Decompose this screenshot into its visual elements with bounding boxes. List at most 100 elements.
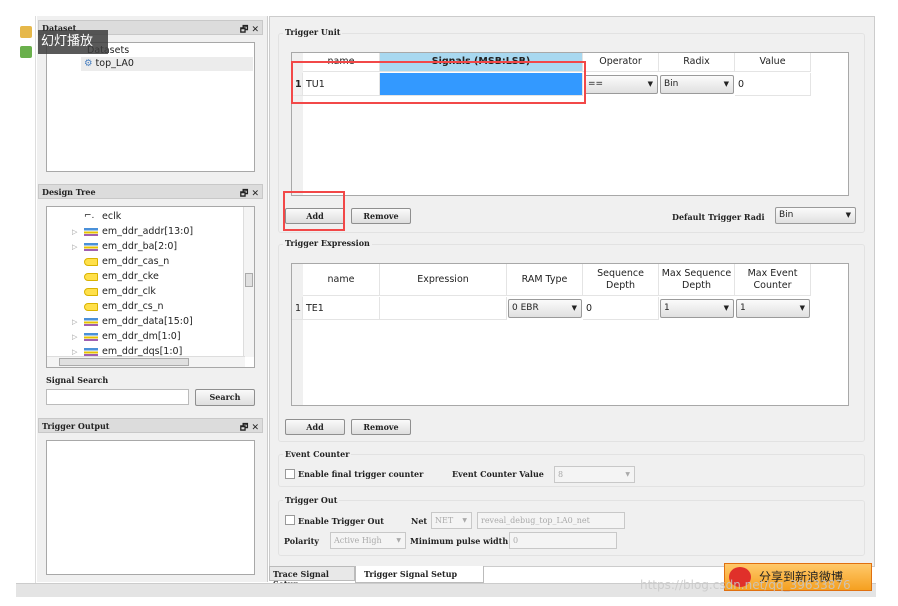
expand-arrow-icon[interactable]: ▷ — [72, 225, 84, 240]
expand-arrow-icon[interactable]: ▷ — [72, 240, 84, 255]
radix-select[interactable]: Bin ▼ — [660, 75, 734, 94]
dropdown-arrow-icon: ▼ — [799, 304, 805, 312]
trigger-output-header: Trigger Output 🗗 ✕ — [38, 418, 263, 433]
database-icon[interactable] — [20, 26, 32, 38]
tree-item-label: em_ddr_dm[1:0] — [102, 331, 181, 342]
ram-type-select[interactable]: 0 EBR ▼ — [508, 299, 582, 318]
dataset-tree[interactable]: Datasets ⚙ top_LA0 — [46, 42, 255, 172]
tree-item[interactable]: ▷ em_ddr_dm[1:0] — [72, 329, 181, 344]
polarity-value: Active High — [334, 536, 382, 545]
trigger-expression-title: Trigger Expression — [283, 238, 372, 248]
expression-cell[interactable] — [380, 297, 507, 320]
signal-search-label: Signal Search — [46, 375, 109, 385]
sequence-depth-cell[interactable]: 0 — [583, 297, 659, 320]
slideshow-overlay[interactable]: 幻灯播放 — [38, 30, 108, 54]
tree-item-label: em_ddr_data[15:0] — [102, 316, 193, 327]
remove-trigger-expression-button[interactable]: Remove — [351, 419, 411, 435]
enable-final-trigger-counter-checkbox[interactable] — [285, 469, 295, 479]
trigger-expression-table[interactable]: name Expression RAM Type Sequence Depth … — [291, 263, 849, 406]
dataset-icon: ⚙ — [84, 58, 96, 69]
min-pulse-width-label: Minimum pulse width — [410, 536, 509, 546]
highlight-box — [291, 61, 586, 104]
float-close-icons[interactable]: 🗗 ✕ — [240, 22, 259, 38]
remove-trigger-unit-button[interactable]: Remove — [351, 208, 411, 224]
bus-icon — [84, 332, 98, 341]
trigger-unit-title: Trigger Unit — [283, 27, 343, 37]
tree-item[interactable]: ⌐. eclk — [72, 209, 121, 224]
tree-item-label: eclk — [102, 211, 122, 222]
vertical-scrollbar[interactable] — [243, 207, 254, 357]
row-header-column — [292, 264, 303, 405]
expand-arrow-icon[interactable]: ▷ — [72, 315, 84, 330]
column-header[interactable]: Max Event Counter — [735, 264, 811, 296]
tree-item[interactable]: em_ddr_cke — [72, 269, 159, 284]
tree-item[interactable]: em_ddr_cs_n — [72, 299, 164, 314]
design-tree[interactable]: ⌐. eclk ▷ em_ddr_addr[13:0] ▷ em_ddr_ba[2:0] e… — [46, 206, 255, 368]
operator-select[interactable]: == ▼ — [584, 75, 658, 94]
column-header[interactable]: Max Sequence Depth — [659, 264, 735, 296]
net-input[interactable]: reveal_debug_top_LA0_net — [477, 512, 625, 529]
column-header[interactable]: Expression — [380, 264, 507, 296]
float-close-icons[interactable]: 🗗 ✕ — [240, 420, 259, 436]
max-event-counter-select[interactable]: 1 ▼ — [736, 299, 810, 318]
dropdown-arrow-icon: ▼ — [723, 304, 729, 312]
ram-type-value: 0 EBR — [512, 303, 539, 313]
bus-icon — [84, 242, 98, 251]
tree-item[interactable]: ▷ em_ddr_data[15:0] — [72, 314, 193, 329]
column-header[interactable]: Sequence Depth — [583, 264, 659, 296]
bus-icon — [84, 347, 98, 356]
max-event-counter-value: 1 — [740, 303, 746, 313]
min-pulse-width-input[interactable]: 0 — [509, 532, 617, 549]
dropdown-arrow-icon: ▼ — [571, 304, 577, 312]
tree-item-label: em_ddr_cs_n — [102, 301, 164, 312]
add-trigger-expression-button[interactable]: Add — [285, 419, 345, 435]
design-tree-header: Design Tree 🗗 ✕ — [38, 184, 263, 199]
column-header[interactable]: name — [303, 264, 380, 296]
tree-item[interactable]: ▷ em_ddr_dqs[1:0] — [72, 344, 182, 359]
signal-search-input[interactable] — [46, 389, 189, 405]
watermark: https://blog.csdn.net/qq_39633876 — [640, 578, 851, 592]
default-radix-select[interactable]: Bin ▼ — [775, 207, 856, 224]
float-close-icons[interactable]: 🗗 ✕ — [240, 186, 259, 202]
value-cell[interactable]: 0 — [735, 73, 811, 96]
tree-item[interactable]: ▷ em_ddr_ba[2:0] — [72, 239, 177, 254]
enable-trigger-out-checkbox[interactable] — [285, 515, 295, 525]
polarity-label: Polarity — [284, 536, 319, 546]
expand-arrow-icon[interactable]: ▷ — [72, 345, 84, 360]
tree-item[interactable]: ▷ em_ddr_addr[13:0] — [72, 224, 193, 239]
column-header[interactable]: Radix — [659, 53, 735, 72]
port-icon — [84, 257, 98, 266]
tree-item-label: em_ddr_ba[2:0] — [102, 241, 178, 252]
column-header[interactable]: Operator — [583, 53, 659, 72]
event-counter-value-label: Event Counter Value — [452, 469, 544, 479]
tree-item-label: em_ddr_dqs[1:0] — [102, 346, 183, 357]
run-icon[interactable] — [20, 46, 32, 58]
tab-trigger-signal-setup[interactable]: Trigger Signal Setup — [355, 566, 484, 583]
net-label: Net — [411, 516, 428, 526]
enable-final-trigger-counter-label: Enable final trigger counter — [298, 469, 424, 479]
max-sequence-depth-select[interactable]: 1 ▼ — [660, 299, 734, 318]
enable-trigger-out-label: Enable Trigger Out — [298, 516, 384, 526]
tab-trace-signal-setup[interactable]: Trace Signal Setup — [269, 566, 355, 589]
side-toolbar — [16, 16, 36, 596]
radix-value: Bin — [664, 79, 679, 89]
tree-item[interactable]: em_ddr_cas_n — [72, 254, 169, 269]
tree-item-dataset[interactable]: ⚙ top_LA0 — [81, 57, 253, 71]
tree-item-label: em_ddr_clk — [102, 286, 156, 297]
search-button[interactable]: Search — [195, 389, 255, 406]
tree-item[interactable]: em_ddr_clk — [72, 284, 156, 299]
expand-arrow-icon[interactable]: ▷ — [72, 330, 84, 345]
te-name-cell[interactable]: TE1 — [303, 297, 380, 320]
dropdown-arrow-icon: ▼ — [396, 537, 401, 544]
column-header[interactable]: RAM Type — [507, 264, 583, 296]
polarity-select[interactable]: Active High ▼ — [330, 532, 406, 549]
tree-item-label: em_ddr_cke — [102, 271, 159, 282]
net-type-select[interactable]: NET ▼ — [431, 512, 472, 529]
operator-value: == — [588, 79, 604, 89]
event-counter-value-select[interactable]: 8 ▼ — [554, 466, 635, 483]
column-header[interactable]: Value — [735, 53, 811, 72]
event-counter-value: 8 — [558, 470, 564, 479]
bus-icon — [84, 227, 98, 236]
highlight-box — [283, 191, 345, 231]
tree-item-label: em_ddr_addr[13:0] — [102, 226, 194, 237]
